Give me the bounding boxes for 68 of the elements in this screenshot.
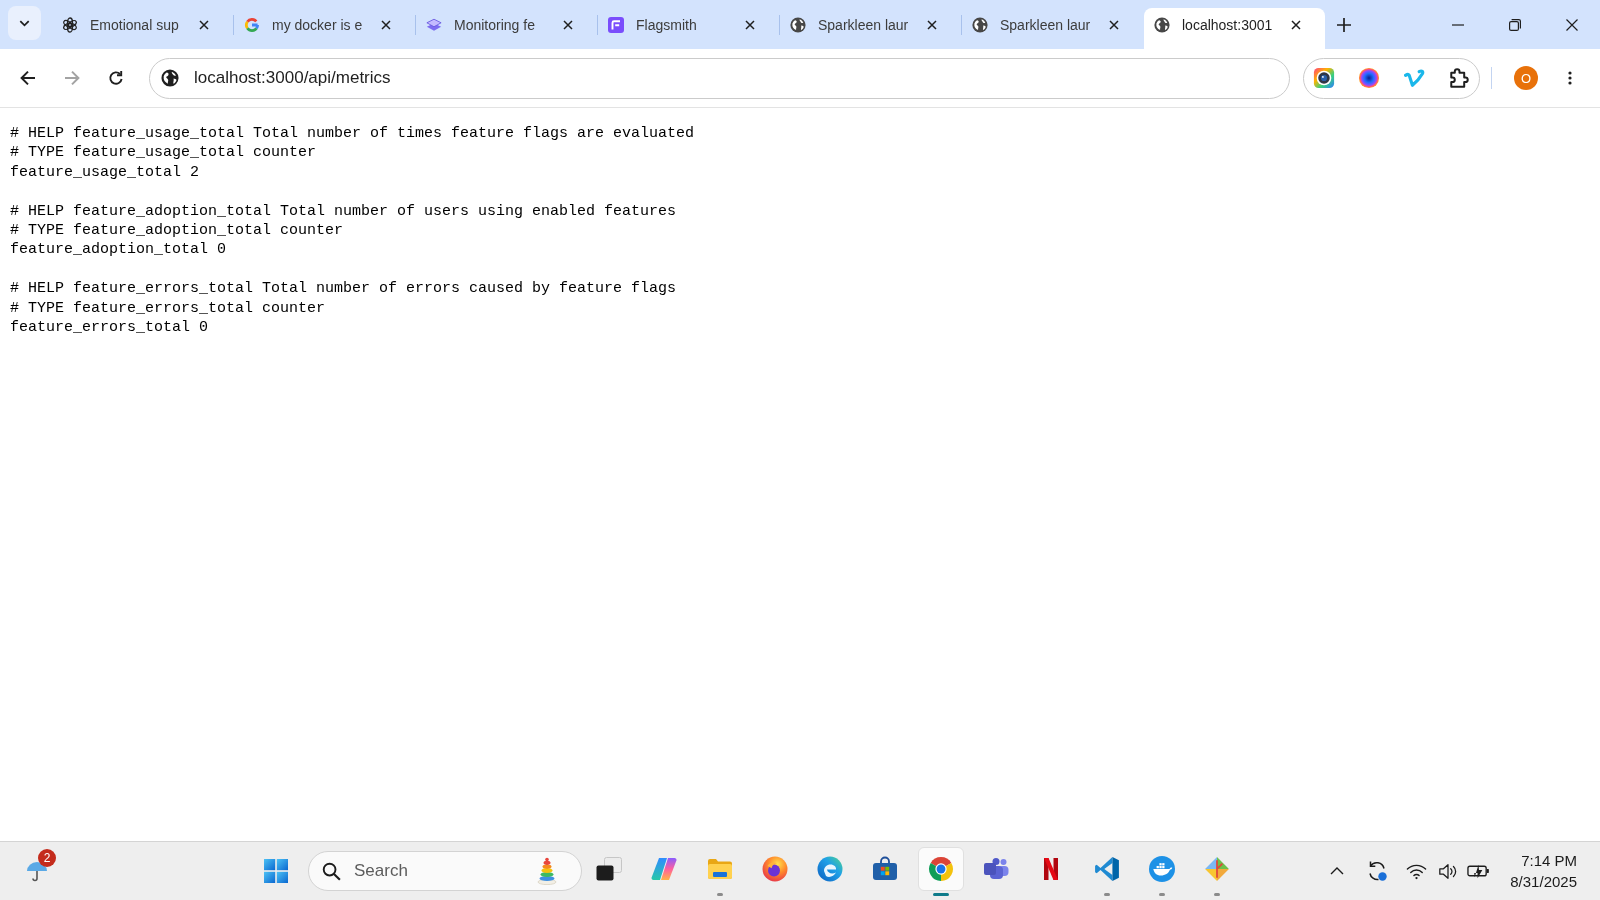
square-logo-icon: [608, 17, 624, 33]
globe-icon[interactable]: [161, 69, 179, 87]
metric-text-line: # TYPE feature_adoption_total counter: [10, 221, 344, 241]
rosette-icon: [62, 17, 78, 33]
plus-icon[interactable]: [1337, 18, 1351, 32]
n-logo-icon: [1043, 857, 1060, 881]
g-logo-icon: [244, 17, 260, 33]
browser-tab[interactable]: my docker is e: [234, 8, 415, 49]
search-icon: [322, 861, 341, 881]
close-icon[interactable]: [381, 20, 391, 30]
notification-badge: 2: [38, 849, 56, 867]
close-icon[interactable]: [563, 20, 573, 30]
reload-icon[interactable]: [108, 70, 124, 86]
browser-tab[interactable]: localhost:3001: [1144, 8, 1325, 49]
people-icon: [983, 856, 1010, 882]
browser-tab[interactable]: Monitoring fe: [416, 8, 597, 49]
speaker-icon[interactable]: [1438, 862, 1459, 880]
browser-tab[interactable]: Sparkleen laur: [780, 8, 961, 49]
metric-text-line: # HELP feature_adoption_total Total number of users using enabled features: [10, 201, 677, 221]
wave-icon: [817, 856, 844, 882]
browser-tab[interactable]: Sparkleen laur: [962, 8, 1143, 49]
wifi-icon[interactable]: [1406, 862, 1428, 880]
browser-tab[interactable]: Emotional sup: [52, 8, 233, 49]
address-bar[interactable]: localhost:3000/api/metrics: [149, 57, 1290, 99]
close-icon[interactable]: [1565, 18, 1578, 31]
flame-orb-icon: [761, 856, 788, 882]
minimize-icon[interactable]: [1451, 23, 1464, 26]
restore-icon[interactable]: [1508, 18, 1521, 31]
globe-icon: [790, 17, 806, 33]
start-icon[interactable]: [264, 859, 288, 883]
search-field[interactable]: Search: [308, 851, 582, 891]
orb-icon[interactable]: [1358, 67, 1380, 89]
camera-lens-icon[interactable]: [1313, 67, 1335, 89]
clock-date: 8/31/2025: [1510, 872, 1577, 892]
overlapping-squares-icon: [596, 856, 622, 882]
metric-text-line: feature_usage_total 2: [10, 162, 200, 183]
ring-stack-icon: [537, 857, 557, 885]
close-icon[interactable]: [199, 20, 209, 30]
chevron-up-icon[interactable]: [1330, 867, 1345, 875]
clock-time: 7:14 PM: [1521, 851, 1577, 871]
metric-text-line: # HELP feature_errors_total Total number of errors caused by feature flags: [10, 279, 677, 299]
slanted-bars-icon: [651, 856, 678, 882]
metric-text-line: # TYPE feature_errors_total counter: [10, 298, 326, 319]
puzzle-piece-icon[interactable]: [1449, 68, 1469, 88]
metric-text-line: feature_adoption_total 0: [10, 240, 227, 260]
browser-tab[interactable]: Flagsmith: [598, 8, 779, 49]
metric-text-line: feature_errors_total 0: [10, 318, 209, 338]
umbrella-icon[interactable]: [26, 860, 48, 882]
back-arrow-icon[interactable]: [20, 70, 36, 86]
globe-icon: [1154, 17, 1170, 33]
metric-text-line: # TYPE feature_usage_total counter: [10, 143, 317, 163]
globe-icon: [972, 17, 988, 33]
close-icon[interactable]: [1291, 20, 1301, 30]
ribbon-icon: [1093, 856, 1120, 882]
diamond-icon: [1204, 856, 1231, 882]
close-icon[interactable]: [1109, 20, 1119, 30]
whale-icon: [1148, 856, 1175, 882]
tab-list-button[interactable]: [8, 6, 41, 40]
close-icon[interactable]: [745, 20, 755, 30]
layers-icon: [426, 17, 442, 33]
more-menu-icon[interactable]: [1568, 71, 1572, 85]
metric-text-line: # HELP feature_usage_total Total number of times feature flags are evaluated: [10, 124, 695, 144]
shopping-bag-icon: [872, 856, 899, 882]
close-icon[interactable]: [927, 20, 937, 30]
circle-logo-icon: [927, 856, 954, 882]
chevron-down-icon: [19, 19, 30, 27]
folder-icon: [706, 856, 733, 882]
battery-icon[interactable]: [1467, 863, 1491, 879]
